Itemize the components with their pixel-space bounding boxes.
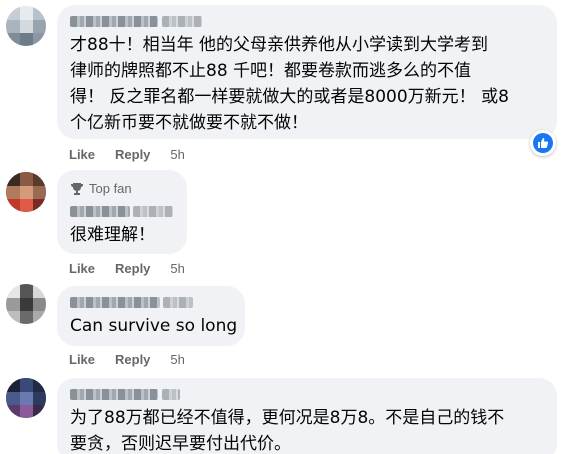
author-name-redacted[interactable]: [70, 297, 160, 308]
author-name-redacted: [162, 16, 202, 27]
comment-bubble: 才88十！相当年 他的父母亲供养他从小学读到大学考到 律师的牌照都不止88 千吧…: [57, 5, 557, 139]
author-name-redacted: [133, 206, 173, 217]
comment-bubble: 为了88万都已经不值得，更何况是8万8。不是自己的钱不 要贪，否则迟早要付出代价…: [57, 378, 557, 454]
reply-button[interactable]: Reply: [115, 147, 150, 162]
like-button[interactable]: Like: [69, 261, 95, 276]
comment-text: 为了88万都已经不值得，更何况是8万8。不是自己的钱不 要贪，否则迟早要付出代价…: [70, 408, 505, 454]
like-button[interactable]: Like: [69, 352, 95, 367]
comment-text: 才88十！相当年 他的父母亲供养他从小学读到大学考到 律师的牌照都不止88 千吧…: [70, 35, 509, 133]
reply-button[interactable]: Reply: [115, 352, 150, 367]
top-fan-badge: Top fan: [70, 181, 132, 196]
thumbs-up-icon: [533, 133, 553, 153]
trophy-icon: [71, 182, 83, 195]
comment-text: 很难理解！: [70, 225, 155, 245]
comments-page: 才88十！相当年 他的父母亲供养他从小学读到大学考到 律师的牌照都不止88 千吧…: [0, 0, 572, 454]
avatar[interactable]: [6, 378, 46, 418]
comment-actions: Like Reply 5h: [69, 261, 185, 276]
top-fan-label: Top fan: [89, 181, 132, 196]
reaction-badge[interactable]: [530, 130, 556, 156]
avatar[interactable]: [6, 172, 46, 212]
comment-actions: Like Reply 5h: [69, 147, 185, 162]
author-name-redacted: [162, 389, 180, 400]
avatar[interactable]: [6, 6, 46, 46]
reply-button[interactable]: Reply: [115, 261, 150, 276]
comment-bubble: Can survive so long: [57, 286, 245, 346]
author-name-redacted[interactable]: [70, 16, 158, 27]
timestamp[interactable]: 5h: [170, 352, 184, 367]
avatar[interactable]: [6, 284, 46, 324]
comment-bubble: Top fan 很难理解！: [57, 170, 187, 254]
author-name-redacted[interactable]: [70, 389, 158, 400]
comment-actions: Like Reply 5h: [69, 352, 185, 367]
author-name-redacted[interactable]: [70, 206, 130, 217]
like-button[interactable]: Like: [69, 147, 95, 162]
comment-text: Can survive so long: [70, 316, 238, 336]
author-name-redacted: [163, 297, 193, 308]
timestamp[interactable]: 5h: [170, 147, 184, 162]
timestamp[interactable]: 5h: [170, 261, 184, 276]
